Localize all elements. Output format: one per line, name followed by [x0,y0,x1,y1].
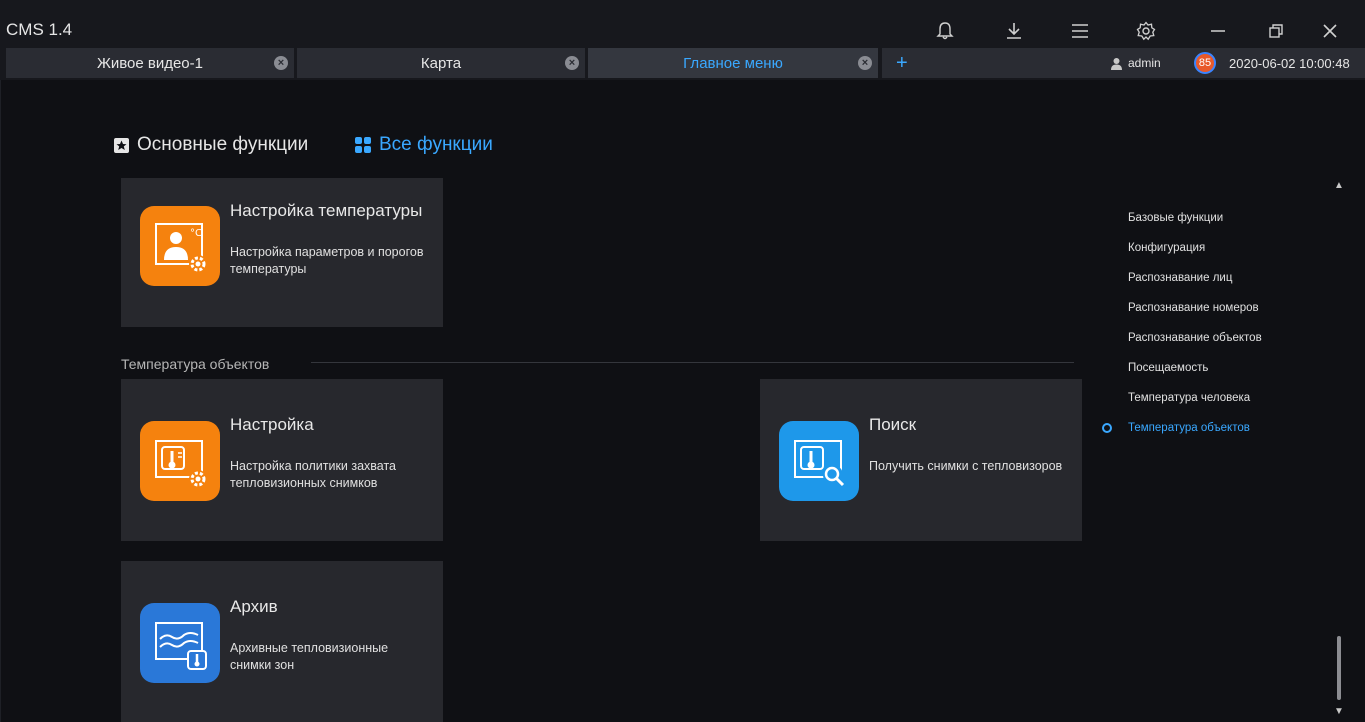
tab-close-icon[interactable]: × [858,56,872,70]
main-menu-panel: Основные функции Все функции °C Настройк… [0,80,1365,722]
thermal-archive-icon [140,603,220,683]
bell-icon[interactable] [930,16,960,46]
scrollbar-thumb[interactable] [1337,636,1341,700]
favorites-tab[interactable]: Основные функции [114,134,308,156]
datetime: 2020-06-02 10:00:48 [1229,56,1350,71]
add-tab-button[interactable]: + [896,51,908,75]
menu-icon[interactable] [1065,16,1095,46]
nav-item-configuration[interactable]: Конфигурация [1128,242,1205,254]
settings-gear-icon[interactable] [1131,16,1161,46]
card-object-temp-search[interactable]: Поиск Получить снимки с тепловизоров [760,379,1082,541]
maximize-icon[interactable] [1261,16,1291,46]
download-icon[interactable] [999,16,1029,46]
minimize-icon[interactable] [1203,16,1233,46]
app-title: CMS 1.4 [6,20,73,39]
nav-active-indicator [1102,423,1112,433]
tab-map[interactable]: Карта × [297,48,585,78]
scroll-up-arrow-icon[interactable]: ▲ [1334,180,1344,191]
card-description: Архивные тепловизионные снимки зон [230,641,389,672]
tab-live-video[interactable]: Живое видео-1 × [6,48,294,78]
svg-text:°C: °C [190,228,202,239]
card-title: Настройка температуры [230,201,423,220]
nav-item-attendance[interactable]: Посещаемость [1128,362,1208,374]
tab-bar: Живое видео-1 × Карта × Главное меню × +… [0,46,1365,80]
tab-label: Главное меню [683,54,783,72]
tab-label: Живое видео-1 [96,54,203,72]
card-title: Настройка [230,415,314,434]
tab-main-menu[interactable]: Главное меню × [588,48,878,78]
card-description: Настройка параметров и порогов температу… [230,245,424,276]
star-icon [114,137,129,153]
nav-item-object-temperature[interactable]: Температура объектов [1128,422,1250,434]
card-title: Поиск [869,415,917,434]
thermal-settings-icon [140,421,220,501]
card-object-temp-settings[interactable]: Настройка Настройка политики захвата теп… [121,379,443,541]
user-info[interactable]: admin [1110,56,1161,70]
close-icon[interactable] [1315,16,1345,46]
scroll-down-arrow-icon[interactable]: ▼ [1334,706,1344,717]
grid-icon [355,137,371,153]
all-functions-tab[interactable]: Все функции [355,134,493,156]
nav-item-face-recognition[interactable]: Распознавание лиц [1128,272,1232,284]
username: admin [1128,56,1161,70]
nav-item-plate-recognition[interactable]: Распознавание номеров [1128,302,1259,314]
all-functions-tab-label: Все функции [379,134,493,155]
tab-strip-right: + admin 85 2020-06-02 10:00:48 [882,48,1365,78]
section-divider [311,362,1074,363]
card-description: Настройка политики захвата тепловизионны… [230,459,397,490]
thermal-search-icon [779,421,859,501]
notification-badge[interactable]: 85 [1194,52,1216,74]
nav-item-basic[interactable]: Базовые функции [1128,212,1223,224]
card-description: Получить снимки с тепловизоров [869,459,1063,473]
nav-item-object-recognition[interactable]: Распознавание объектов [1128,332,1262,344]
user-icon [1111,57,1122,70]
tab-close-icon[interactable]: × [565,56,579,70]
tab-label: Карта [420,54,462,72]
card-object-temp-archive[interactable]: Архив Архивные тепловизионные снимки зон [121,561,443,722]
section-title: Температура объектов [121,356,270,372]
tab-close-icon[interactable]: × [274,56,288,70]
card-title: Архив [230,597,278,616]
card-temperature-settings[interactable]: °C Настройка температуры Настройка парам… [121,178,443,327]
title-bar: CMS 1.4 [0,0,1365,46]
favorites-tab-label: Основные функции [137,134,309,155]
nav-item-human-temperature[interactable]: Температура человека [1128,392,1250,404]
person-temperature-settings-icon: °C [140,206,220,286]
